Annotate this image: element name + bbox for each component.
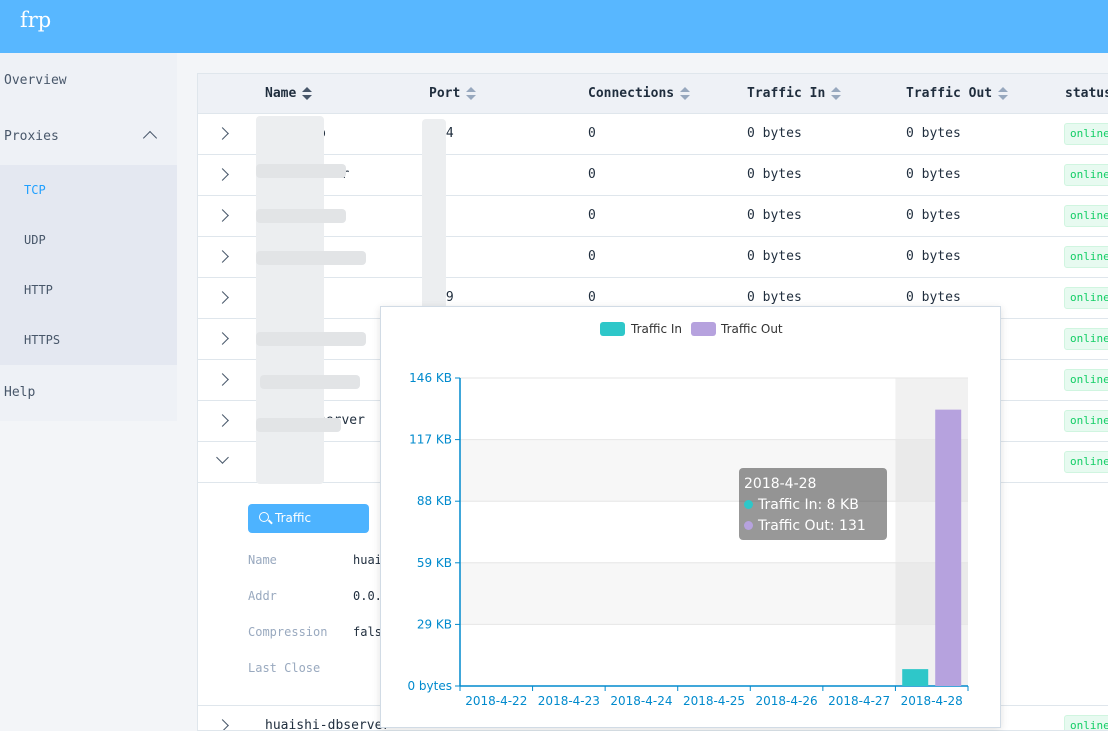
- chevron-right-icon[interactable]: [216, 209, 229, 222]
- chevron-right-icon[interactable]: [216, 250, 229, 263]
- chevron-right-icon[interactable]: [216, 719, 229, 730]
- chevron-right-icon[interactable]: [216, 291, 229, 304]
- detail-label-last-close: Last Close: [248, 661, 321, 675]
- x-tick-label: 2018-4-25: [683, 694, 745, 708]
- sort-icon[interactable]: [680, 86, 691, 101]
- table-header: Name Port Connections Traffic In Traffic…: [198, 74, 1108, 114]
- cell-connections: 0: [588, 167, 596, 182]
- sidebar-item-http[interactable]: HTTP: [0, 265, 177, 315]
- sidebar-item-https[interactable]: HTTPS: [0, 315, 177, 365]
- redacted-block: [256, 209, 346, 223]
- y-tick-label: 29 KB: [417, 617, 452, 631]
- detail-label-compression: Compression: [248, 625, 328, 639]
- tooltip-traffic-out: Traffic Out: 131 KB: [744, 518, 866, 555]
- sort-icon[interactable]: [302, 86, 313, 101]
- y-tick-label: 146 KB: [409, 371, 452, 385]
- cell-traffic-in: 0 bytes: [747, 167, 802, 182]
- sidebar-item-tcp[interactable]: TCP: [0, 165, 177, 215]
- detail-value-compression: fals: [353, 625, 382, 639]
- traffic-chart-popover: Traffic In Traffic Out 0 bytes 29 KB 59 KB…: [380, 306, 1001, 728]
- redacted-block: [256, 164, 346, 178]
- column-header-connections[interactable]: Connections: [588, 74, 691, 114]
- sidebar-item-label: Proxies: [4, 129, 59, 144]
- cell-traffic-out: 0 bytes: [906, 126, 961, 141]
- cell-connections: 0: [588, 208, 596, 223]
- status-badge: online: [1064, 287, 1108, 309]
- x-tick-label: 2018-4-24: [610, 694, 672, 708]
- y-tick-label: 117 KB: [409, 433, 452, 447]
- chevron-right-icon[interactable]: [216, 332, 229, 345]
- x-tick-label: 2018-4-27: [828, 694, 890, 708]
- proxies-submenu: TCP UDP HTTP HTTPS: [0, 165, 177, 365]
- traffic-statistics-button[interactable]: Traffic Statistics: [248, 504, 369, 554]
- sidebar: Overview Proxies TCP UDP HTTP HTTPS Help: [0, 53, 177, 421]
- sidebar-item-help[interactable]: Help: [0, 365, 177, 421]
- cell-connections: 0: [588, 249, 596, 264]
- redacted-port-column: [422, 119, 446, 314]
- x-tick-label: 2018-4-22: [465, 694, 527, 708]
- status-badge: online: [1064, 123, 1108, 145]
- sort-icon[interactable]: [831, 86, 842, 101]
- cell-traffic-out: 0 bytes: [906, 249, 961, 264]
- sidebar-item-overview[interactable]: Overview: [0, 53, 177, 109]
- column-header-port[interactable]: Port: [429, 74, 477, 114]
- y-tick-label: 88 KB: [417, 494, 452, 508]
- chevron-down-icon[interactable]: [216, 451, 229, 464]
- app-logo[interactable]: frp: [20, 8, 51, 32]
- chevron-right-icon[interactable]: [216, 373, 229, 386]
- status-badge: online: [1064, 369, 1108, 391]
- cell-name: huaishi-dbserver: [265, 718, 391, 731]
- column-header-traffic-in[interactable]: Traffic In: [747, 74, 842, 114]
- traffic-bar-chart[interactable]: 0 bytes 29 KB 59 KB 88 KB 117 KB 146 KB 2018-4…: [381, 307, 1002, 729]
- status-badge: online: [1064, 164, 1108, 186]
- chevron-up-icon: [142, 130, 158, 146]
- x-tick-label: 2018-4-28: [901, 694, 963, 708]
- redacted-block: [256, 332, 366, 346]
- table-row[interactable]: b4400 bytes0 bytesonline: [198, 114, 1108, 155]
- detail-value-name: huai: [353, 553, 382, 567]
- status-badge: online: [1064, 246, 1108, 268]
- bar-traffic-in: [902, 669, 929, 686]
- x-tick-label: 2018-4-23: [538, 694, 600, 708]
- redacted-block: [256, 251, 366, 265]
- cell-traffic-in: 0 bytes: [747, 126, 802, 141]
- zoom-in-icon: [259, 512, 269, 522]
- top-bar: frp: [0, 0, 1108, 53]
- bar-traffic-out: [935, 409, 962, 686]
- column-header-name[interactable]: Name: [265, 74, 313, 114]
- chevron-right-icon[interactable]: [216, 168, 229, 181]
- status-badge: online: [1064, 205, 1108, 227]
- chart-band: [460, 439, 968, 502]
- y-tick-label: 59 KB: [417, 556, 452, 570]
- detail-label-name: Name: [248, 553, 277, 567]
- redacted-block: [260, 375, 360, 389]
- status-badge: online: [1064, 715, 1108, 730]
- chevron-right-icon[interactable]: [216, 414, 229, 427]
- cell-traffic-in: 0 bytes: [747, 208, 802, 223]
- column-header-status[interactable]: status: [1065, 74, 1108, 114]
- sidebar-item-udp[interactable]: UDP: [0, 215, 177, 265]
- status-badge: online: [1064, 410, 1108, 432]
- status-badge: online: [1064, 328, 1108, 350]
- x-tick-label: 2018-4-26: [756, 694, 818, 708]
- cell-traffic-in: 0 bytes: [747, 249, 802, 264]
- cell-traffic-out: 0 bytes: [906, 167, 961, 182]
- tooltip-traffic-in: Traffic In: 8 KB: [744, 495, 882, 516]
- column-header-traffic-out[interactable]: Traffic Out: [906, 74, 1009, 114]
- sort-icon[interactable]: [998, 86, 1009, 101]
- y-tick-label: 0 bytes: [407, 679, 452, 693]
- redacted-block: [256, 418, 341, 432]
- chevron-right-icon[interactable]: [216, 127, 229, 140]
- cell-traffic-out: 0 bytes: [906, 208, 961, 223]
- detail-label-addr: Addr: [248, 589, 277, 603]
- sidebar-item-proxies[interactable]: Proxies: [0, 109, 177, 165]
- cell-connections: 0: [588, 126, 596, 141]
- status-badge: online: [1064, 451, 1108, 473]
- tooltip-date: 2018-4-28: [744, 476, 817, 492]
- sort-icon[interactable]: [466, 86, 477, 101]
- detail-value-addr: 0.0.: [353, 589, 382, 603]
- chart-tooltip: 2018-4-28 Traffic In: 8 KB Traffic Out: …: [739, 468, 887, 555]
- chart-band: [460, 562, 968, 625]
